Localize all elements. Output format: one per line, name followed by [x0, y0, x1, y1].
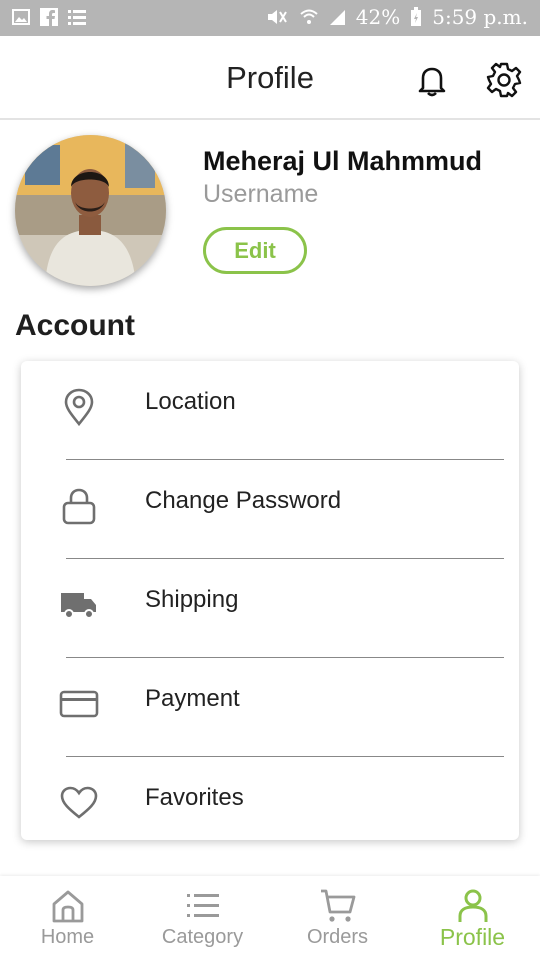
account-item-favorites[interactable]: Favorites: [21, 757, 519, 856]
home-icon: [52, 890, 83, 923]
profile-name: Meheraj Ul Mahmmud: [203, 146, 483, 176]
nav-orders[interactable]: Orders: [270, 876, 405, 960]
account-item-change-password[interactable]: Change Password: [21, 460, 519, 559]
wifi-icon: [300, 9, 318, 24]
account-item-location[interactable]: Location: [21, 361, 519, 460]
gear-icon[interactable]: [485, 61, 523, 99]
account-item-label: Favorites: [145, 784, 244, 811]
nav-label: Category: [161, 926, 244, 948]
status-time: 5:59 p.m.: [432, 5, 528, 29]
list-icon: [68, 10, 86, 25]
nav-label: Profile: [439, 924, 506, 950]
image-icon: [12, 9, 30, 25]
status-right: 42% 5:59 p.m.: [264, 5, 528, 29]
mute-icon: [267, 10, 287, 24]
heart-icon: [60, 786, 98, 819]
nav-home[interactable]: Home: [0, 876, 135, 960]
list-icon: [186, 894, 219, 917]
nav-profile[interactable]: Profile: [405, 876, 540, 960]
profile-username: Username: [203, 180, 319, 208]
status-bar: 42% 5:59 p.m.: [0, 0, 540, 36]
bottom-nav: Home Category Orders Profile: [0, 876, 540, 960]
account-item-shipping[interactable]: Shipping: [21, 559, 519, 658]
nav-category[interactable]: Category: [135, 876, 270, 960]
avatar-photo: [15, 135, 166, 286]
battery-percent: 42%: [355, 5, 401, 29]
avatar[interactable]: [15, 135, 166, 286]
user-icon: [458, 889, 487, 922]
lock-icon: [62, 488, 96, 525]
account-item-payment[interactable]: Payment: [21, 658, 519, 757]
account-card: Location Change Password Shipping Paymen…: [21, 361, 519, 840]
account-section-title: Account: [15, 309, 135, 342]
nav-label: Home: [40, 926, 95, 948]
status-left-icons: [12, 8, 86, 26]
cart-icon: [320, 889, 355, 922]
edit-profile-button[interactable]: Edit: [203, 227, 307, 274]
bell-icon[interactable]: [414, 62, 450, 98]
facebook-icon: [40, 8, 58, 26]
nav-label: Orders: [306, 926, 369, 948]
page-title: Profile: [226, 60, 314, 95]
app-header: Profile: [0, 36, 540, 120]
account-item-label: Location: [145, 388, 236, 415]
location-pin-icon: [64, 388, 94, 427]
account-item-label: Change Password: [145, 487, 342, 514]
account-item-label: Shipping: [145, 586, 239, 613]
battery-icon: [411, 7, 422, 26]
account-item-label: Payment: [145, 685, 240, 712]
credit-card-icon: [59, 690, 99, 718]
signal-icon: [329, 10, 345, 25]
truck-icon: [61, 593, 96, 619]
